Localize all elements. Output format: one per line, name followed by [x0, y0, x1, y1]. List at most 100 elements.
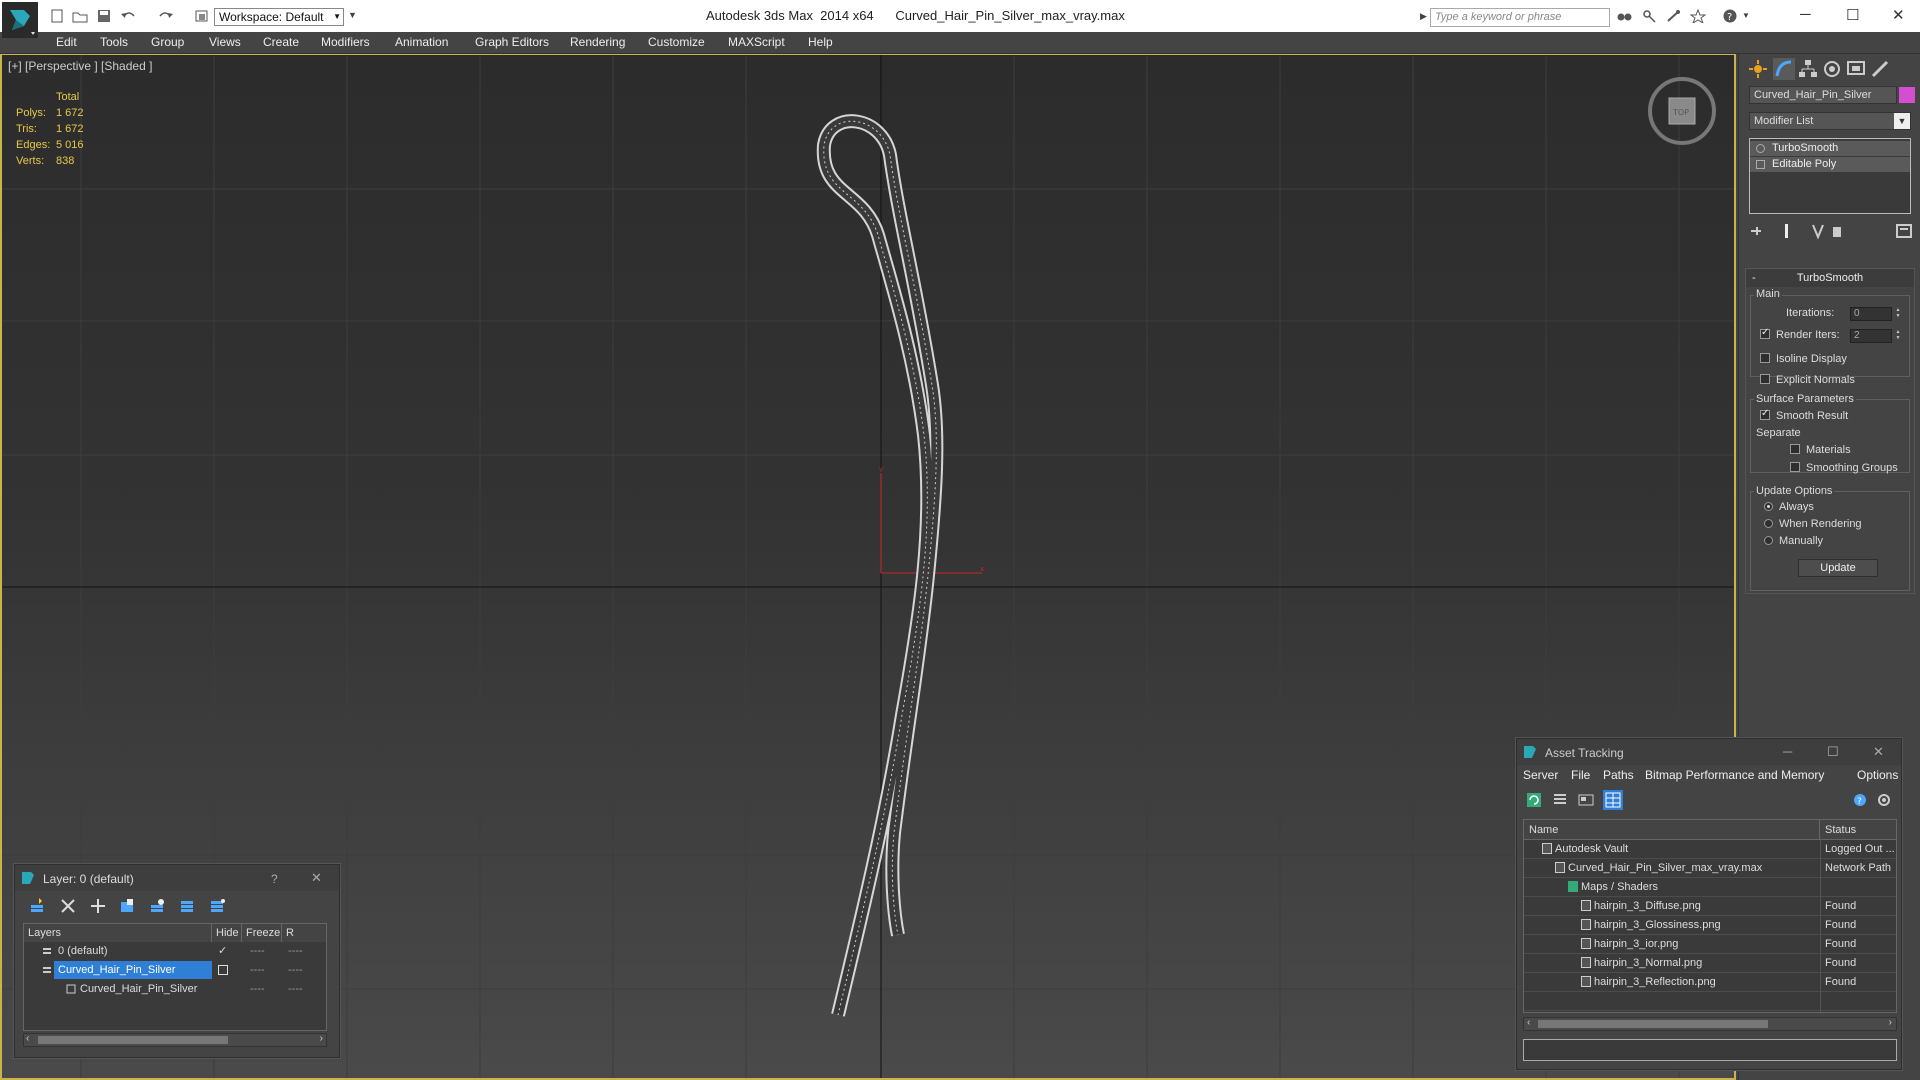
layer-dialog-titlebar[interactable]: Layer: 0 (default) ? ✕: [15, 865, 339, 891]
render-iters-spinner[interactable]: 2: [1850, 329, 1901, 343]
asset-row[interactable]: hairpin_3_ior.png Found: [1524, 935, 1896, 954]
menu-server[interactable]: Server: [1523, 768, 1558, 782]
key-icon[interactable]: [1642, 9, 1658, 23]
search-expand-icon[interactable]: ▶: [1420, 11, 1427, 22]
search-input[interactable]: Type a keyword or phrase: [1430, 8, 1610, 27]
menu-group[interactable]: Group: [151, 35, 184, 49]
menu-help[interactable]: Help: [808, 35, 833, 49]
freeze-all-layers-icon[interactable]: [209, 897, 227, 915]
remove-modifier-icon[interactable]: [1833, 227, 1841, 237]
expand-plus-icon[interactable]: [1756, 160, 1765, 169]
column-header-render[interactable]: R: [282, 924, 326, 942]
minimize-button[interactable]: ─: [1800, 6, 1811, 23]
iterations-spinner[interactable]: 0: [1850, 307, 1901, 321]
select-objects-icon[interactable]: [119, 897, 137, 915]
lightbulb-icon[interactable]: [1756, 144, 1765, 153]
refresh-icon[interactable]: [1525, 791, 1543, 809]
menu-customize[interactable]: Customize: [648, 35, 705, 49]
hide-toggle[interactable]: ----: [250, 980, 265, 998]
asset-row[interactable]: hairpin_3_Reflection.png Found: [1524, 973, 1896, 992]
help-button[interactable]: ?: [271, 872, 278, 886]
viewport-label[interactable]: [+] [Perspective ] [Shaded ]: [8, 59, 152, 73]
menu-modifiers[interactable]: Modifiers: [321, 35, 370, 49]
undo-icon[interactable]: [120, 9, 136, 23]
asset-path-field[interactable]: [1523, 1039, 1897, 1061]
menu-animation[interactable]: Animation: [395, 35, 448, 49]
explicit-normals-checkbox[interactable]: [1760, 374, 1770, 384]
scroll-left-icon[interactable]: ‹: [1527, 1017, 1530, 1028]
column-header-layers[interactable]: Layers: [24, 924, 212, 942]
save-file-icon[interactable]: [96, 9, 112, 23]
manually-radio[interactable]: [1764, 536, 1773, 545]
always-radio[interactable]: [1764, 502, 1773, 511]
list-view-icon[interactable]: [1551, 791, 1569, 809]
pin-stack-icon[interactable]: [1751, 227, 1761, 235]
menu-rendering[interactable]: Rendering: [570, 35, 625, 49]
render-iters-checkbox[interactable]: [1760, 327, 1770, 339]
thumbnail-view-icon[interactable]: [1577, 791, 1595, 809]
hide-all-layers-icon[interactable]: [179, 897, 197, 915]
menu-edit[interactable]: Edit: [56, 35, 77, 49]
close-button[interactable]: ✕: [311, 870, 322, 886]
freeze-toggle[interactable]: ----: [288, 942, 303, 960]
stack-item-editable-poly[interactable]: Editable Poly: [1750, 157, 1910, 172]
asset-row[interactable]: Autodesk Vault Logged Out ...: [1524, 840, 1896, 859]
scrollbar-thumb[interactable]: [38, 1036, 228, 1044]
smoothing-groups-checkbox[interactable]: [1790, 462, 1800, 472]
menu-bitmap-performance[interactable]: Bitmap Performance and Memory: [1645, 768, 1824, 782]
redo-icon[interactable]: [158, 9, 174, 23]
column-header-freeze[interactable]: Freeze: [242, 924, 282, 942]
display-tab-icon[interactable]: [1845, 58, 1867, 80]
app-menu-button[interactable]: [2, 2, 38, 38]
settings-icon[interactable]: [1875, 791, 1893, 809]
horizontal-scrollbar[interactable]: ‹ ›: [1523, 1017, 1897, 1031]
column-header-status[interactable]: Status: [1820, 820, 1896, 840]
menu-options[interactable]: Options: [1857, 768, 1898, 782]
maximize-button[interactable]: ☐: [1846, 6, 1859, 24]
workspace-dropdown[interactable]: Workspace: Default ▼: [214, 8, 344, 26]
open-file-icon[interactable]: [72, 9, 88, 23]
stack-item-turbosmooth[interactable]: TurboSmooth: [1750, 141, 1910, 156]
show-end-result-icon[interactable]: [1785, 224, 1788, 238]
table-view-icon[interactable]: [1603, 790, 1623, 810]
active-layer-check[interactable]: ✓: [218, 942, 227, 960]
communication-icon[interactable]: [1666, 9, 1682, 23]
star-icon[interactable]: [1690, 9, 1706, 23]
viewcube[interactable]: TOP: [1642, 75, 1722, 155]
freeze-toggle[interactable]: ----: [288, 980, 303, 998]
smooth-result-checkbox[interactable]: [1760, 408, 1770, 420]
asset-row[interactable]: hairpin_3_Glossiness.png Found: [1524, 916, 1896, 935]
create-tab-icon[interactable]: [1747, 58, 1769, 80]
hierarchy-tab-icon[interactable]: [1797, 58, 1819, 80]
menu-file[interactable]: File: [1571, 768, 1590, 782]
freeze-toggle[interactable]: ----: [288, 961, 303, 979]
hide-toggle[interactable]: ----: [250, 961, 265, 979]
motion-tab-icon[interactable]: [1821, 58, 1843, 80]
layer-row[interactable]: 0 (default) ✓ ---- ----: [24, 942, 326, 960]
update-button[interactable]: Update: [1798, 559, 1878, 577]
highlight-layer-icon[interactable]: [149, 897, 167, 915]
object-name-field[interactable]: Curved_Hair_Pin_Silver: [1749, 86, 1897, 104]
menu-views[interactable]: Views: [209, 35, 241, 49]
menu-create[interactable]: Create: [263, 35, 299, 49]
scroll-left-icon[interactable]: ‹: [26, 1033, 29, 1044]
column-header-name[interactable]: Name: [1524, 820, 1820, 840]
make-unique-icon[interactable]: [1812, 224, 1824, 240]
asset-dialog-titlebar[interactable]: Asset Tracking ─ ☐ ✕: [1517, 739, 1901, 765]
help-icon[interactable]: ?: [1851, 791, 1869, 809]
new-layer-icon[interactable]: [29, 897, 47, 915]
asset-row[interactable]: Curved_Hair_Pin_Silver_max_vray.max Netwo…: [1524, 859, 1896, 878]
add-to-layer-icon[interactable]: [89, 897, 107, 915]
asset-row[interactable]: hairpin_3_Diffuse.png Found: [1524, 897, 1896, 916]
asset-row[interactable]: Maps / Shaders: [1524, 878, 1896, 897]
help-dropdown-icon[interactable]: ▼: [1742, 11, 1750, 20]
modifier-list-dropdown[interactable]: Modifier List ▼: [1749, 112, 1911, 130]
menu-tools[interactable]: Tools: [100, 35, 128, 49]
help-icon[interactable]: ?: [1722, 9, 1738, 23]
asset-row[interactable]: hairpin_3_Normal.png Found: [1524, 954, 1896, 973]
minimize-button[interactable]: ─: [1783, 744, 1792, 759]
active-layer-checkbox[interactable]: [218, 965, 228, 975]
customize-toolbar-icon[interactable]: ▼: [348, 10, 357, 20]
utilities-tab-icon[interactable]: [1869, 58, 1891, 80]
object-color-swatch[interactable]: [1899, 87, 1915, 103]
